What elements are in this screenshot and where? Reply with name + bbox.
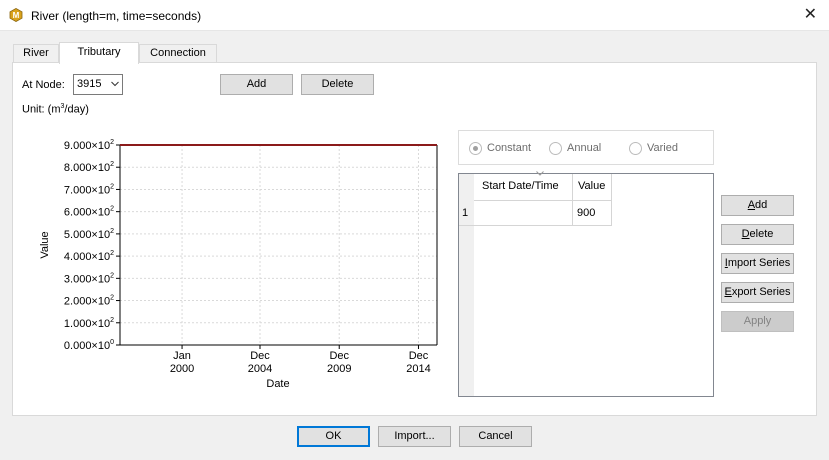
radio-circle xyxy=(549,142,562,155)
y-tick-mantissa: 9.000×10 xyxy=(64,140,110,152)
x-tick-label: 2004 xyxy=(248,363,272,375)
y-tick-label: 4.000×102 xyxy=(64,250,114,263)
series-add-button[interactable]: Add xyxy=(721,195,794,216)
row-index: 1 xyxy=(462,207,469,219)
time-mode-group: Constant Annual Varied xyxy=(458,130,714,165)
import-button[interactable]: Import... xyxy=(378,426,451,447)
y-tick-label: 8.000×102 xyxy=(64,161,114,174)
apply-button[interactable]: Apply xyxy=(721,311,794,332)
y-tick-label: 2.000×102 xyxy=(64,295,114,308)
close-icon[interactable]: ✕ xyxy=(804,5,817,25)
y-tick-mantissa: 6.000×10 xyxy=(64,207,110,219)
y-tick-mantissa: 4.000×10 xyxy=(64,251,110,263)
series-delete-post: elete xyxy=(749,228,774,240)
y-tick-label: 7.000×102 xyxy=(64,183,114,196)
column-header-start[interactable]: Start Date/Time xyxy=(474,171,573,201)
y-tick-label: 3.000×102 xyxy=(64,272,114,285)
import-series-button[interactable]: Import Series xyxy=(721,253,794,274)
y-tick-exponent: 2 xyxy=(110,161,114,168)
y-tick-mantissa: 3.000×10 xyxy=(64,273,110,285)
x-tick-label: Dec xyxy=(250,350,270,362)
x-tick-label: Dec xyxy=(409,350,429,362)
export-series-mnemonic: E xyxy=(724,286,732,298)
series-delete-button[interactable]: Delete xyxy=(721,224,794,245)
radio-constant-label: Constant xyxy=(487,142,532,154)
export-series-post: xport Series xyxy=(731,286,791,298)
cell-start[interactable] xyxy=(474,201,573,226)
y-tick-exponent: 0 xyxy=(110,339,114,346)
y-tick-exponent: 2 xyxy=(110,317,114,324)
tab-tributary[interactable]: Tributary xyxy=(59,42,139,64)
radio-dot xyxy=(473,146,478,151)
y-tick-mantissa: 2.000×10 xyxy=(64,296,110,308)
y-tick-label: 1.000×102 xyxy=(64,317,114,330)
y-tick-exponent: 2 xyxy=(110,183,114,190)
y-tick-exponent: 2 xyxy=(110,295,114,302)
x-tick-label: 2000 xyxy=(170,363,194,375)
x-tick-label: 2009 xyxy=(327,363,351,375)
x-tick-label: Dec xyxy=(329,350,349,362)
sort-caret-icon xyxy=(536,171,544,176)
radio-varied-label: Varied xyxy=(647,142,678,154)
ok-button[interactable]: OK xyxy=(297,426,370,447)
x-axis-label: Date xyxy=(266,378,289,390)
y-tick-mantissa: 7.000×10 xyxy=(64,184,110,196)
row-header[interactable]: 1 xyxy=(459,201,474,226)
series-delete-mnemonic: D xyxy=(741,228,750,240)
column-header-value[interactable]: Value xyxy=(573,174,612,201)
y-tick-label: 5.000×102 xyxy=(64,228,114,241)
plot-area xyxy=(120,145,437,345)
y-tick-mantissa: 1.000×10 xyxy=(64,318,110,330)
series-add-post: dd xyxy=(755,199,768,211)
radio-circle xyxy=(629,142,642,155)
y-tick-label: 0.000×100 xyxy=(64,339,114,352)
y-tick-exponent: 2 xyxy=(110,139,114,146)
x-tick-label: Jan xyxy=(173,350,191,362)
y-tick-exponent: 2 xyxy=(110,206,114,213)
y-axis-label: Value xyxy=(39,231,51,258)
y-tick-label: 9.000×102 xyxy=(64,139,114,152)
y-tick-exponent: 2 xyxy=(110,228,114,235)
radio-annual-label: Annual xyxy=(567,142,602,154)
y-tick-mantissa: 5.000×10 xyxy=(64,229,110,241)
cell-value[interactable]: 900 xyxy=(573,201,612,226)
y-tick-mantissa: 8.000×10 xyxy=(64,162,110,174)
cell-value-text: 900 xyxy=(577,207,596,219)
export-series-button[interactable]: Export Series xyxy=(721,282,794,303)
x-tick-label: 2014 xyxy=(406,363,430,375)
y-tick-exponent: 2 xyxy=(110,250,114,257)
cancel-button[interactable]: Cancel xyxy=(459,426,532,447)
y-tick-label: 6.000×102 xyxy=(64,206,114,219)
radio-circle xyxy=(469,142,482,155)
series-add-mnemonic: A xyxy=(747,199,756,211)
series-table[interactable]: Start Date/Time Value 1 900 xyxy=(458,171,714,397)
y-tick-exponent: 2 xyxy=(110,272,114,279)
column-header-value-label: Value xyxy=(578,180,606,192)
column-header-start-label: Start Date/Time xyxy=(482,180,559,192)
y-tick-mantissa: 0.000×10 xyxy=(64,340,110,352)
import-series-post: mport Series xyxy=(727,257,791,269)
